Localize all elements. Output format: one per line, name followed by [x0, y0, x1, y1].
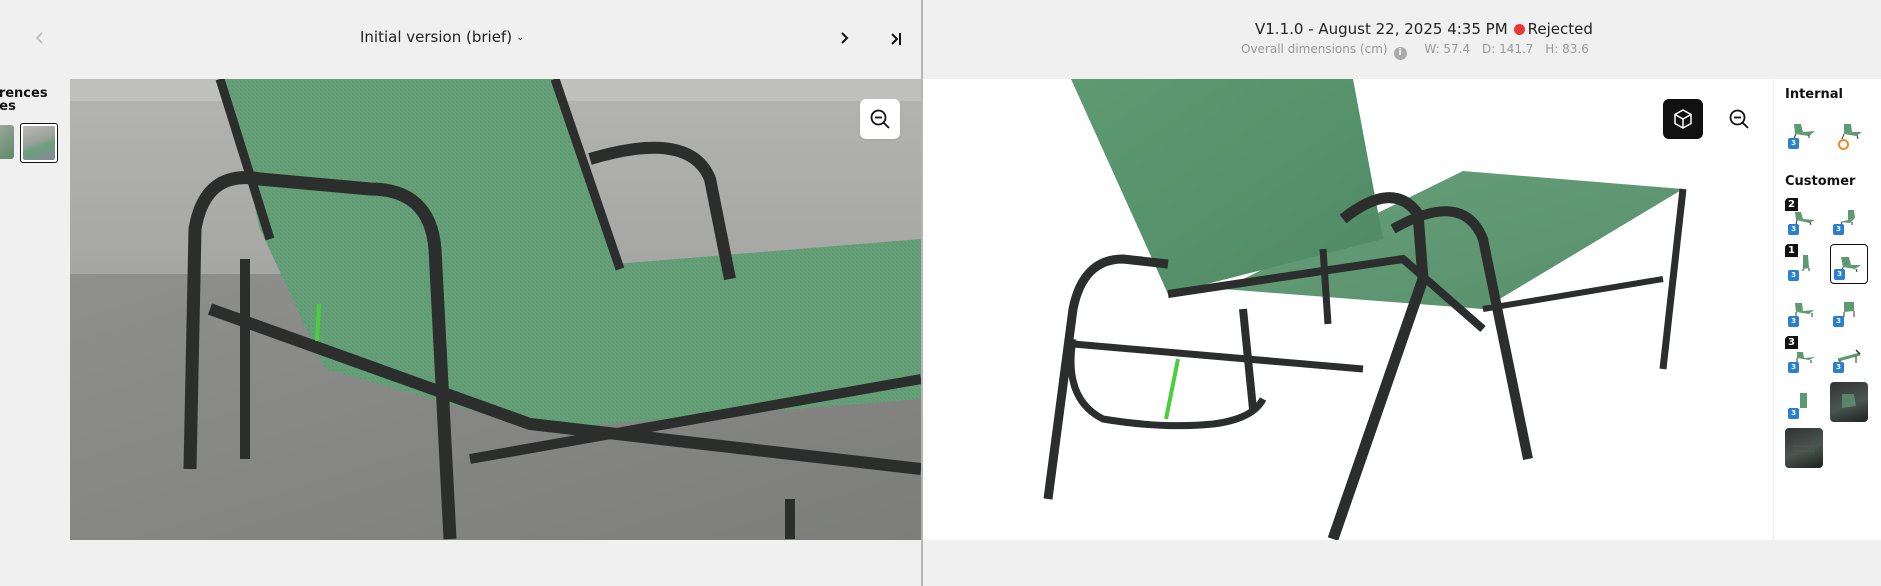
internal-label: Internal — [1785, 87, 1844, 102]
3d-badge: 3 — [1833, 362, 1844, 373]
3d-badge: 3 — [1788, 362, 1799, 373]
3d-badge: 3 — [1788, 138, 1799, 149]
chevron-left-icon[interactable] — [30, 26, 50, 50]
internal-thumbnail[interactable] — [1830, 112, 1868, 152]
reference-images-label: erences ges — [0, 86, 48, 114]
version-dropdown[interactable]: Initial version (brief) ⌄ — [360, 28, 524, 46]
info-icon[interactable]: i — [1393, 47, 1407, 60]
3d-badge: 3 — [1788, 224, 1799, 235]
customer-thumbnail[interactable]: 3 3 — [1785, 336, 1823, 376]
customer-thumbnail[interactable]: 3 — [1830, 198, 1868, 238]
count-badge: 3 — [1785, 336, 1798, 349]
3d-view-icon[interactable] — [1663, 99, 1703, 139]
model-header: V1.1.0 - August 22, 2025 4:35 PM Rejected… — [923, 0, 1881, 79]
3d-badge: 3 — [1833, 224, 1844, 235]
3d-badge: 3 — [1788, 408, 1799, 419]
internal-thumbnail[interactable]: 3 — [1785, 112, 1823, 152]
reference-photo — [70, 79, 921, 540]
customer-thumbnail-selected[interactable]: 3 — [1830, 244, 1868, 284]
reference-images-panel: erences ges — [0, 79, 70, 540]
warning-icon — [1838, 139, 1849, 150]
comparison-viewer: Initial version (brief)⌄ erences ges — [0, 0, 1881, 586]
count-badge: 2 — [1785, 198, 1798, 211]
3d-badge: 3 — [1788, 270, 1799, 281]
customer-thumbnail[interactable]: 2 3 — [1785, 198, 1823, 238]
reference-thumbnail[interactable] — [0, 125, 14, 159]
3d-badge: 3 — [1833, 316, 1844, 327]
zoom-out-icon[interactable] — [860, 99, 900, 139]
reference-header: Initial version (brief) ⌄ — [0, 0, 921, 79]
version-dropdown-label: Initial version (brief) — [360, 28, 513, 46]
dimension-height: H: 83.6 — [1545, 42, 1589, 56]
customer-thumbnail[interactable]: 3 — [1785, 290, 1823, 330]
dimension-depth: D: 141.7 — [1481, 42, 1534, 56]
model-pane: V1.1.0 - August 22, 2025 4:35 PM Rejected… — [923, 0, 1881, 586]
status-dot-icon — [1513, 24, 1525, 35]
version-title: V1.1.0 - August 22, 2025 4:35 PM Rejected — [1255, 20, 1593, 38]
versions-side-panel: Internal 3 Customer 2 3 3 1 3 3 3 3 3 3 … — [1773, 79, 1881, 540]
dimensions-row: Overall dimensions (cm) i W: 57.4 D: 141.… — [1241, 42, 1589, 60]
dimension-width: W: 57.4 — [1424, 42, 1471, 56]
count-badge: 1 — [1785, 244, 1798, 257]
customer-thumbnail[interactable]: 3 — [1785, 382, 1823, 422]
3d-badge: 3 — [1834, 269, 1845, 280]
customer-thumbnail[interactable]: 1 3 — [1785, 244, 1823, 284]
reference-pane: Initial version (brief)⌄ erences ges — [0, 0, 921, 586]
model-footer — [923, 540, 1881, 586]
reference-thumbnail-selected[interactable] — [20, 123, 58, 163]
model-render — [923, 79, 1773, 540]
customer-label: Customer — [1785, 174, 1856, 189]
chevron-down-icon: ⌄ — [516, 32, 525, 43]
skip-to-end-icon[interactable] — [884, 27, 908, 51]
customer-thumbnail[interactable]: 3 — [1830, 336, 1868, 376]
zoom-out-icon[interactable] — [1719, 99, 1759, 139]
customer-thumbnail[interactable] — [1785, 428, 1823, 468]
customer-thumbnail[interactable]: 3 — [1830, 290, 1868, 330]
status-badge: Rejected — [1527, 20, 1593, 38]
3d-badge: 3 — [1788, 316, 1799, 327]
customer-thumbnail[interactable] — [1830, 382, 1868, 422]
chevron-right-icon[interactable] — [834, 26, 854, 50]
reference-footer — [0, 540, 921, 586]
